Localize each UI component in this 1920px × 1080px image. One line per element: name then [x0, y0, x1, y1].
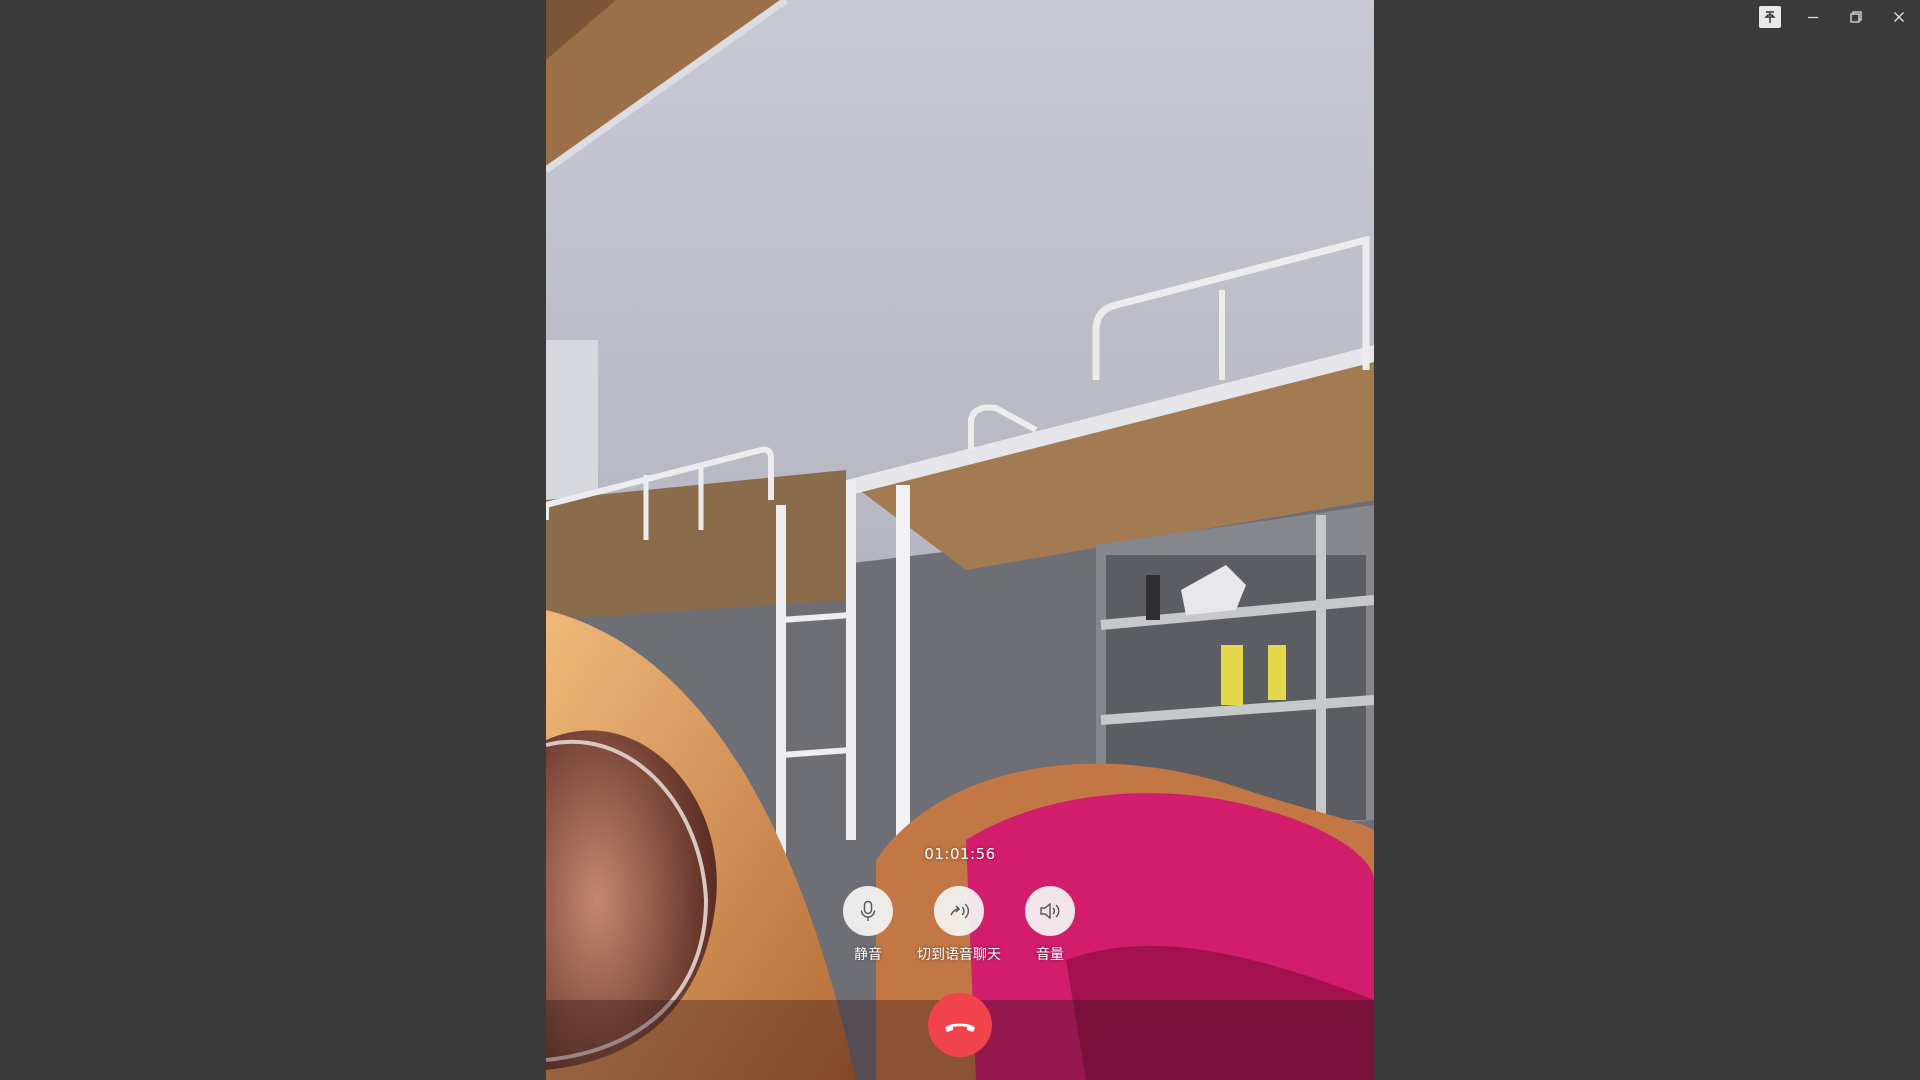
switch-voice-label: 切到语音聊天 [917, 947, 1001, 963]
microphone-icon [860, 900, 876, 921]
voice-call-icon [950, 903, 969, 919]
video-feed: 01:01:56 静音 切到语音聊天 音量 [546, 0, 1374, 1080]
mute-label: 静音 [854, 947, 882, 963]
speaker-icon [1040, 902, 1060, 920]
switch-voice-button[interactable] [934, 886, 984, 936]
volume-button[interactable] [1025, 886, 1075, 936]
mute-button[interactable] [843, 886, 893, 936]
close-button[interactable] [1877, 0, 1920, 34]
hangup-icon [945, 1023, 975, 1032]
call-timer: 01:01:56 [924, 845, 996, 863]
restore-button[interactable] [1834, 0, 1877, 34]
volume-label: 音量 [1036, 947, 1064, 963]
close-icon [1893, 12, 1904, 22]
minimize-button[interactable] [1791, 0, 1834, 34]
minimize-icon [1807, 16, 1818, 19]
volume-control[interactable]: 音量 [995, 886, 1105, 964]
pin-button[interactable] [1748, 0, 1791, 34]
window-controls [1748, 0, 1920, 34]
restore-icon [1849, 11, 1862, 23]
hangup-button[interactable] [928, 993, 992, 1057]
pin-icon [1758, 6, 1781, 28]
